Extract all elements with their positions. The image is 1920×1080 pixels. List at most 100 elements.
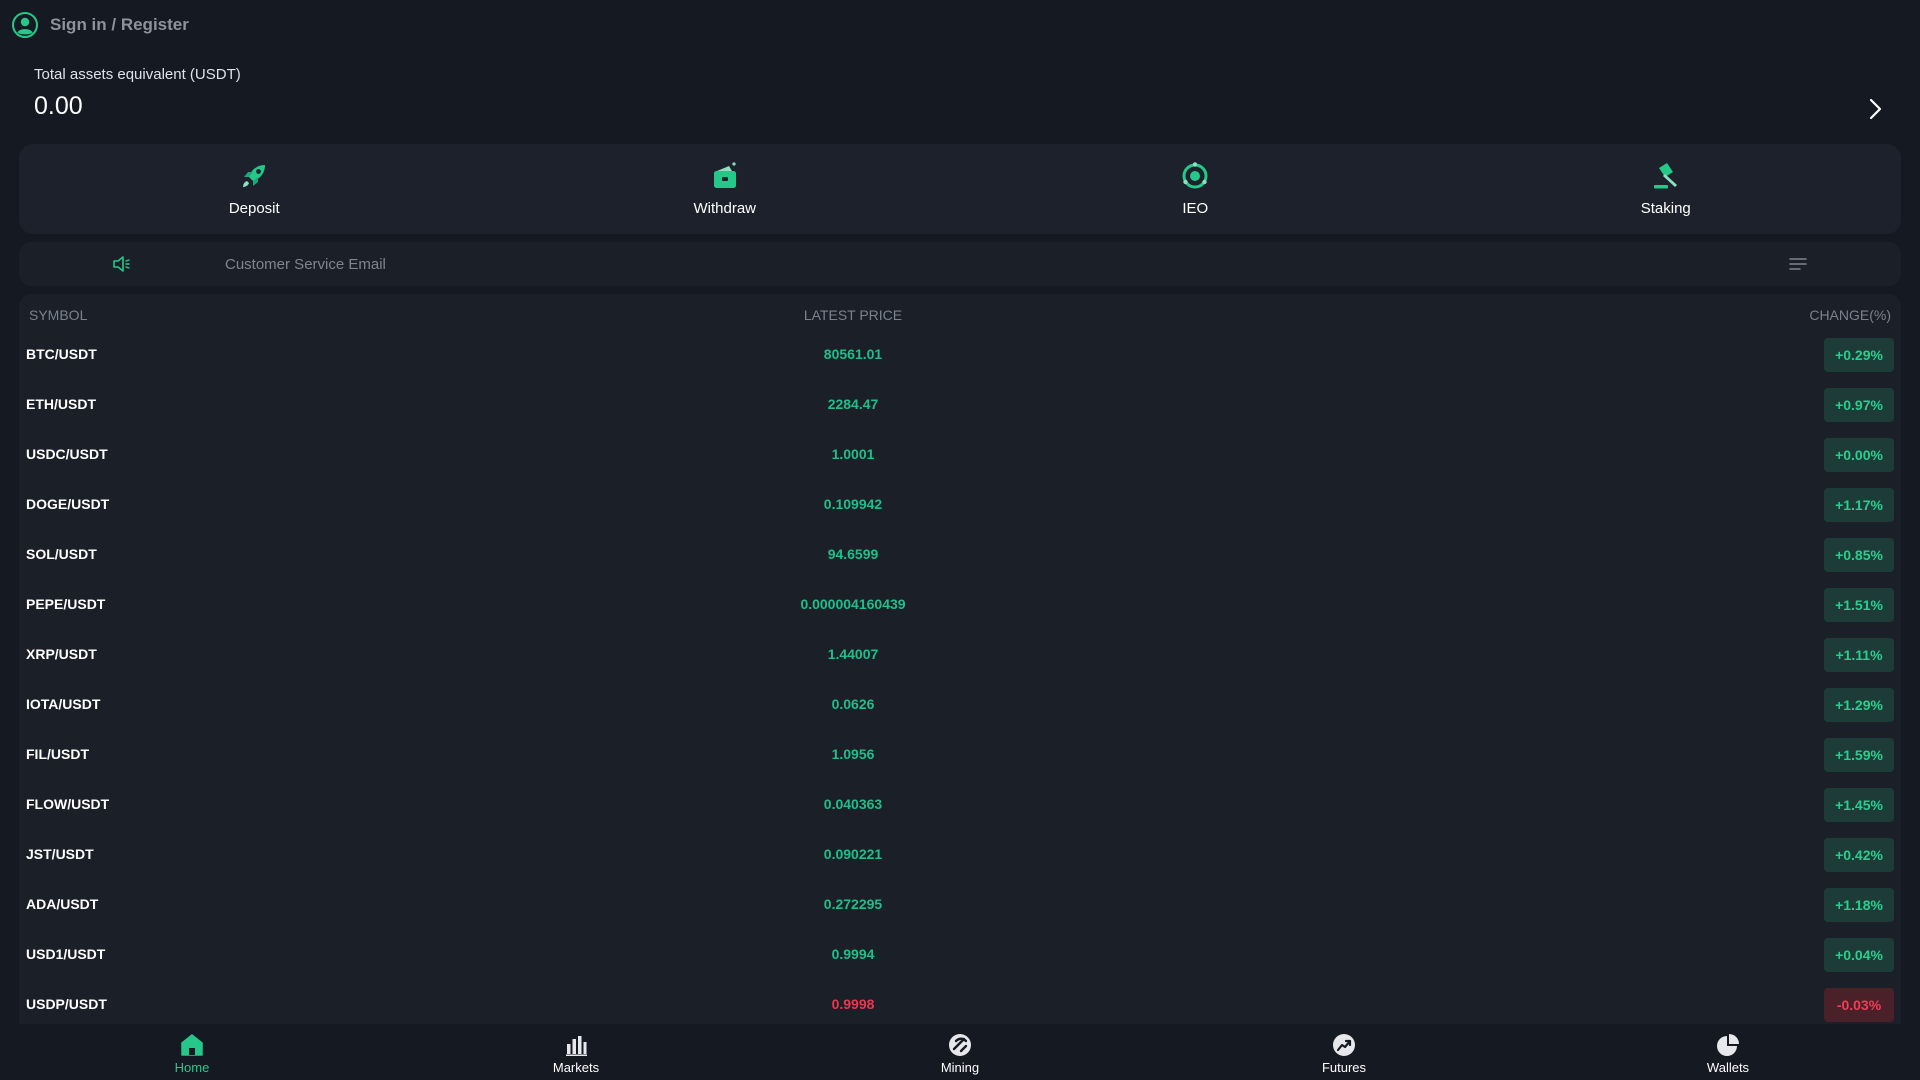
- latest-price: 94.6599: [827, 546, 879, 562]
- latest-price: 0.9994: [831, 946, 875, 962]
- quick-actions: Deposit Withdraw IEO Staking: [19, 144, 1901, 234]
- home-icon: [181, 1034, 203, 1056]
- withdraw-button[interactable]: Withdraw: [490, 144, 961, 234]
- signin-register-link[interactable]: Sign in / Register: [50, 15, 189, 35]
- nav-item-markets[interactable]: Markets: [384, 1026, 768, 1080]
- market-row[interactable]: ETH/USDT 2284.47 +0.97%: [19, 380, 1901, 430]
- pair-symbol: BTC/USDT: [26, 346, 97, 362]
- change-badge[interactable]: +1.51%: [1824, 588, 1894, 622]
- change-badge[interactable]: +0.04%: [1824, 938, 1894, 972]
- column-header-change: CHANGE(%): [1809, 307, 1891, 323]
- withdraw-label: Withdraw: [693, 200, 756, 217]
- speaker-icon: [113, 256, 130, 272]
- market-row[interactable]: PEPE/USDT 0.000004160439 +1.51%: [19, 580, 1901, 630]
- change-badge[interactable]: +1.17%: [1824, 488, 1894, 522]
- deposit-button[interactable]: Deposit: [19, 144, 490, 234]
- latest-price: 1.44007: [827, 646, 879, 662]
- market-rows: BTC/USDT 80561.01 +0.29% ETH/USDT 2284.47 +0.…: [19, 330, 1901, 1024]
- target-icon: [1182, 162, 1208, 189]
- pair-symbol: IOTA/USDT: [26, 696, 101, 712]
- latest-price: 2284.47: [827, 396, 879, 412]
- change-badge[interactable]: +1.11%: [1824, 638, 1894, 672]
- wallet-icon: [713, 162, 736, 188]
- nav-label-markets: Markets: [552, 1060, 600, 1075]
- nav-item-wallets[interactable]: Wallets: [1536, 1026, 1920, 1080]
- assets-value: 0.00: [34, 92, 83, 120]
- nav-item-mining[interactable]: Mining: [768, 1026, 1152, 1080]
- market-row[interactable]: FIL/USDT 1.0956 +1.59%: [19, 730, 1901, 780]
- latest-price: 0.9998: [831, 996, 875, 1012]
- market-row[interactable]: BTC/USDT 80561.01 +0.29%: [19, 330, 1901, 380]
- latest-price: 0.090221: [823, 846, 883, 862]
- nav-label-mining: Mining: [940, 1060, 980, 1075]
- market-row[interactable]: SOL/USDT 94.6599 +0.85%: [19, 530, 1901, 580]
- latest-price: 0.0626: [831, 696, 875, 712]
- pie-chart-icon: [1717, 1034, 1739, 1056]
- change-badge[interactable]: +1.59%: [1824, 738, 1894, 772]
- notice-bar[interactable]: Customer Service Email: [19, 242, 1901, 286]
- chevron-right-icon[interactable]: [1864, 96, 1886, 122]
- column-header-symbol: SYMBOL: [29, 307, 88, 323]
- market-row[interactable]: USDC/USDT 1.0001 +0.00%: [19, 430, 1901, 480]
- mining-icon: [949, 1034, 971, 1056]
- bar-chart-icon: [566, 1036, 587, 1056]
- user-avatar-icon[interactable]: [12, 12, 38, 38]
- staking-label: Staking: [1640, 200, 1691, 217]
- list-menu-icon[interactable]: [1789, 256, 1807, 272]
- ieo-label: IEO: [1182, 200, 1209, 217]
- change-badge[interactable]: +0.97%: [1824, 388, 1894, 422]
- notice-text[interactable]: Customer Service Email: [225, 256, 386, 273]
- market-row[interactable]: DOGE/USDT 0.109942 +1.17%: [19, 480, 1901, 530]
- pair-symbol: DOGE/USDT: [26, 496, 110, 512]
- change-badge[interactable]: +0.85%: [1824, 538, 1894, 572]
- pair-symbol: SOL/USDT: [26, 546, 97, 562]
- deposit-label: Deposit: [228, 200, 280, 217]
- pair-symbol: XRP/USDT: [26, 646, 97, 662]
- nav-item-home[interactable]: Home: [0, 1026, 384, 1080]
- latest-price: 0.109942: [823, 496, 883, 512]
- hammer-icon: [1653, 163, 1677, 189]
- pair-symbol: ETH/USDT: [26, 396, 96, 412]
- change-badge[interactable]: +1.29%: [1824, 688, 1894, 722]
- latest-price: 80561.01: [823, 346, 883, 362]
- pair-symbol: ADA/USDT: [26, 896, 99, 912]
- nav-label-wallets: Wallets: [1706, 1060, 1750, 1075]
- ieo-button[interactable]: IEO: [960, 144, 1431, 234]
- pair-symbol: FIL/USDT: [26, 746, 89, 762]
- pair-symbol: USD1/USDT: [26, 946, 106, 962]
- pair-symbol: USDC/USDT: [26, 446, 108, 462]
- market-row[interactable]: ADA/USDT 0.272295 +1.18%: [19, 880, 1901, 930]
- market-row[interactable]: USD1/USDT 0.9994 +0.04%: [19, 930, 1901, 980]
- latest-price: 1.0956: [831, 746, 875, 762]
- market-row[interactable]: IOTA/USDT 0.0626 +1.29%: [19, 680, 1901, 730]
- staking-button[interactable]: Staking: [1431, 144, 1902, 234]
- change-badge[interactable]: -0.03%: [1824, 988, 1894, 1022]
- nav-label-home: Home: [174, 1060, 210, 1075]
- market-row[interactable]: USDP/USDT 0.9998 -0.03%: [19, 980, 1901, 1024]
- pair-symbol: USDP/USDT: [26, 996, 107, 1012]
- assets-label: Total assets equivalent (USDT): [34, 66, 241, 83]
- market-row[interactable]: FLOW/USDT 0.040363 +1.45%: [19, 780, 1901, 830]
- nav-label-futures: Futures: [1321, 1060, 1367, 1075]
- column-header-price: LATEST PRICE: [803, 307, 903, 323]
- trend-icon: [1333, 1034, 1355, 1056]
- change-badge[interactable]: +0.00%: [1824, 438, 1894, 472]
- latest-price: 0.040363: [823, 796, 883, 812]
- change-badge[interactable]: +0.29%: [1824, 338, 1894, 372]
- market-row[interactable]: JST/USDT 0.090221 +0.42%: [19, 830, 1901, 880]
- market-table: SYMBOL LATEST PRICE CHANGE(%) BTC/USDT 80…: [19, 294, 1901, 1024]
- pair-symbol: PEPE/USDT: [26, 596, 106, 612]
- pair-symbol: JST/USDT: [26, 846, 94, 862]
- header: Sign in / Register: [0, 0, 1920, 50]
- change-badge[interactable]: +1.18%: [1824, 888, 1894, 922]
- latest-price: 1.0001: [831, 446, 875, 462]
- change-badge[interactable]: +0.42%: [1824, 838, 1894, 872]
- assets-summary: Total assets equivalent (USDT) 0.00: [34, 66, 241, 121]
- latest-price: 0.000004160439: [800, 596, 906, 612]
- market-row[interactable]: XRP/USDT 1.44007 +1.11%: [19, 630, 1901, 680]
- rocket-icon: [243, 165, 266, 187]
- latest-price: 0.272295: [823, 896, 883, 912]
- pair-symbol: FLOW/USDT: [26, 796, 110, 812]
- change-badge[interactable]: +1.45%: [1824, 788, 1894, 822]
- nav-item-futures[interactable]: Futures: [1152, 1026, 1536, 1080]
